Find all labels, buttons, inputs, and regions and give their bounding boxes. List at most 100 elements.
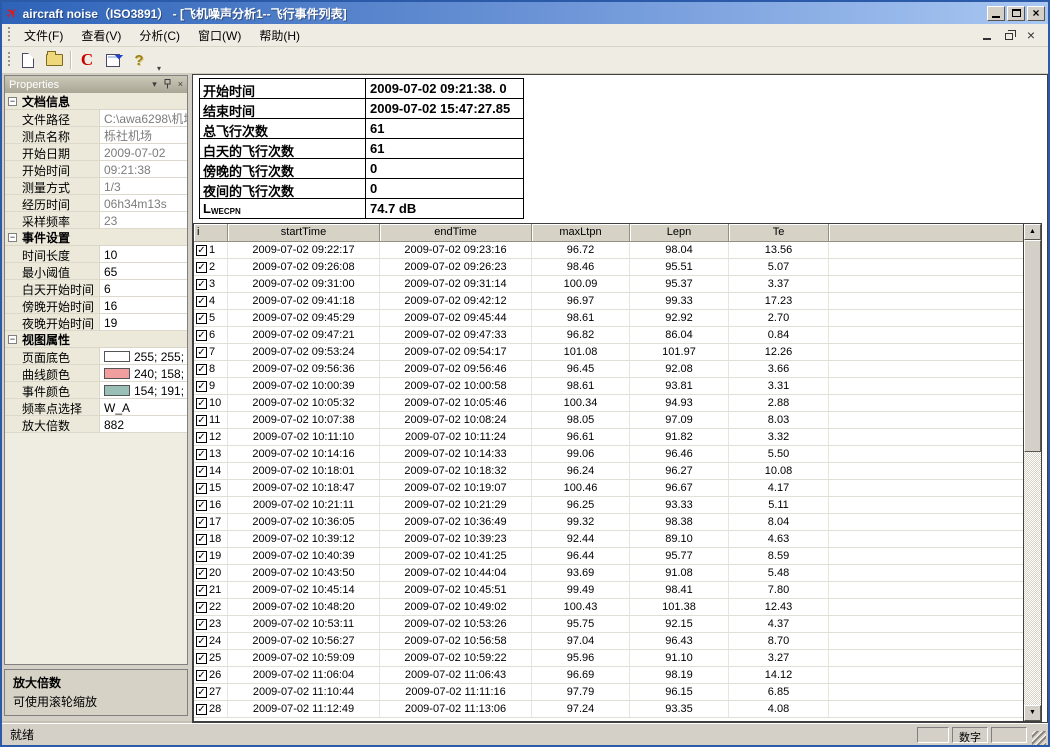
property-value[interactable]: 09:21:38 — [100, 161, 187, 177]
row-checkbox[interactable]: ✓ — [196, 347, 207, 358]
row-checkbox[interactable]: ✓ — [196, 636, 207, 647]
row-checkbox[interactable]: ✓ — [196, 670, 207, 681]
event-row[interactable]: ✓72009-07-02 09:53:242009-07-02 09:54:17… — [194, 344, 1023, 361]
open-file-button[interactable] — [42, 49, 66, 71]
scrollbar-track[interactable] — [1024, 240, 1041, 705]
properties-button[interactable] — [101, 49, 125, 71]
vertical-scrollbar[interactable]: ▲ ▼ — [1023, 224, 1041, 721]
row-checkbox[interactable]: ✓ — [196, 551, 207, 562]
event-row[interactable]: ✓52009-07-02 09:45:292009-07-02 09:45:44… — [194, 310, 1023, 327]
property-value[interactable]: 882 — [100, 416, 187, 432]
row-checkbox[interactable]: ✓ — [196, 262, 207, 273]
menu-item-4[interactable]: 帮助(H) — [250, 24, 309, 47]
row-checkbox[interactable]: ✓ — [196, 330, 207, 341]
event-row[interactable]: ✓272009-07-02 11:10:442009-07-02 11:11:1… — [194, 684, 1023, 701]
column-header-startTime[interactable]: startTime — [228, 224, 380, 242]
scroll-up-button[interactable]: ▲ — [1024, 224, 1041, 240]
property-value[interactable]: C:\awa6298\机场 — [100, 110, 187, 126]
menu-item-2[interactable]: 分析(C) — [130, 24, 189, 47]
minimize-button[interactable] — [987, 6, 1005, 21]
event-row[interactable]: ✓202009-07-02 10:43:502009-07-02 10:44:0… — [194, 565, 1023, 582]
mdi-minimize-button[interactable] — [980, 29, 994, 42]
event-row[interactable]: ✓262009-07-02 11:06:042009-07-02 11:06:4… — [194, 667, 1023, 684]
panel-close-icon[interactable]: × — [178, 80, 183, 89]
help-button[interactable]: ? — [127, 49, 151, 71]
event-row[interactable]: ✓252009-07-02 10:59:092009-07-02 10:59:2… — [194, 650, 1023, 667]
column-header-maxLtpn[interactable]: maxLtpn — [532, 224, 630, 242]
event-row[interactable]: ✓172009-07-02 10:36:052009-07-02 10:36:4… — [194, 514, 1023, 531]
resize-grip-icon[interactable] — [1032, 731, 1046, 745]
event-row[interactable]: ✓92009-07-02 10:00:392009-07-02 10:00:58… — [194, 378, 1023, 395]
event-row[interactable]: ✓22009-07-02 09:26:082009-07-02 09:26:23… — [194, 259, 1023, 276]
toolbar-grip[interactable] — [7, 52, 12, 68]
mdi-restore-button[interactable] — [1002, 29, 1016, 42]
maximize-button[interactable] — [1007, 6, 1025, 21]
event-row[interactable]: ✓212009-07-02 10:45:142009-07-02 10:45:5… — [194, 582, 1023, 599]
column-header-Lepn[interactable]: Lepn — [630, 224, 729, 242]
row-checkbox[interactable]: ✓ — [196, 517, 207, 528]
property-value[interactable]: 2009-07-02 — [100, 144, 187, 160]
event-row[interactable]: ✓132009-07-02 10:14:162009-07-02 10:14:3… — [194, 446, 1023, 463]
row-checkbox[interactable]: ✓ — [196, 653, 207, 664]
row-checkbox[interactable]: ✓ — [196, 449, 207, 460]
event-row[interactable]: ✓182009-07-02 10:39:122009-07-02 10:39:2… — [194, 531, 1023, 548]
close-button[interactable]: × — [1027, 6, 1045, 21]
property-value[interactable]: 栎社机场 — [100, 127, 187, 143]
property-section-header-2[interactable]: −视图属性 — [5, 331, 187, 348]
event-row[interactable]: ✓242009-07-02 10:56:272009-07-02 10:56:5… — [194, 633, 1023, 650]
menubar-grip[interactable] — [7, 27, 12, 43]
row-checkbox[interactable]: ✓ — [196, 704, 207, 715]
row-checkbox[interactable]: ✓ — [196, 500, 207, 511]
column-header-i[interactable]: i — [194, 224, 228, 242]
row-checkbox[interactable]: ✓ — [196, 568, 207, 579]
property-value[interactable]: 154; 191; 18 — [100, 382, 187, 398]
event-row[interactable]: ✓222009-07-02 10:48:202009-07-02 10:49:0… — [194, 599, 1023, 616]
row-checkbox[interactable]: ✓ — [196, 687, 207, 698]
row-checkbox[interactable]: ✓ — [196, 619, 207, 630]
event-row[interactable]: ✓42009-07-02 09:41:182009-07-02 09:42:12… — [194, 293, 1023, 310]
row-checkbox[interactable]: ✓ — [196, 381, 207, 392]
property-section-header-1[interactable]: −事件设置 — [5, 229, 187, 246]
row-checkbox[interactable]: ✓ — [196, 279, 207, 290]
event-row[interactable]: ✓12009-07-02 09:22:172009-07-02 09:23:16… — [194, 242, 1023, 259]
record-c-button[interactable]: C — [75, 49, 99, 71]
property-value[interactable]: 255; 255; 25 — [100, 348, 187, 364]
property-section-header-0[interactable]: −文档信息 — [5, 93, 187, 110]
row-checkbox[interactable]: ✓ — [196, 585, 207, 596]
property-value[interactable]: 23 — [100, 212, 187, 228]
property-value[interactable]: 240; 158; 15 — [100, 365, 187, 381]
scroll-down-button[interactable]: ▼ — [1024, 705, 1041, 721]
property-value[interactable]: W_A — [100, 399, 187, 415]
row-checkbox[interactable]: ✓ — [196, 364, 207, 375]
toolbar-overflow-button[interactable]: ▾ — [154, 66, 164, 73]
event-row[interactable]: ✓282009-07-02 11:12:492009-07-02 11:13:0… — [194, 701, 1023, 718]
row-checkbox[interactable]: ✓ — [196, 483, 207, 494]
row-checkbox[interactable]: ✓ — [196, 296, 207, 307]
event-row[interactable]: ✓122009-07-02 10:11:102009-07-02 10:11:2… — [194, 429, 1023, 446]
event-row[interactable]: ✓32009-07-02 09:31:002009-07-02 09:31:14… — [194, 276, 1023, 293]
row-checkbox[interactable]: ✓ — [196, 432, 207, 443]
property-value[interactable]: 19 — [100, 314, 187, 330]
row-checkbox[interactable]: ✓ — [196, 398, 207, 409]
column-header-endTime[interactable]: endTime — [380, 224, 532, 242]
event-row[interactable]: ✓192009-07-02 10:40:392009-07-02 10:41:2… — [194, 548, 1023, 565]
row-checkbox[interactable]: ✓ — [196, 245, 207, 256]
new-document-button[interactable] — [16, 49, 40, 71]
event-row[interactable]: ✓62009-07-02 09:47:212009-07-02 09:47:33… — [194, 327, 1023, 344]
event-row[interactable]: ✓232009-07-02 10:53:112009-07-02 10:53:2… — [194, 616, 1023, 633]
property-value[interactable]: 6 — [100, 280, 187, 296]
column-header-Te[interactable]: Te — [729, 224, 829, 242]
event-row[interactable]: ✓162009-07-02 10:21:112009-07-02 10:21:2… — [194, 497, 1023, 514]
event-row[interactable]: ✓82009-07-02 09:56:362009-07-02 09:56:46… — [194, 361, 1023, 378]
menu-item-1[interactable]: 查看(V) — [72, 24, 130, 47]
row-checkbox[interactable]: ✓ — [196, 466, 207, 477]
event-row[interactable]: ✓152009-07-02 10:18:472009-07-02 10:19:0… — [194, 480, 1023, 497]
property-value[interactable]: 10 — [100, 246, 187, 262]
menu-item-0[interactable]: 文件(F) — [15, 24, 72, 47]
row-checkbox[interactable]: ✓ — [196, 415, 207, 426]
row-checkbox[interactable]: ✓ — [196, 313, 207, 324]
row-checkbox[interactable]: ✓ — [196, 602, 207, 613]
panel-dropdown-icon[interactable]: ▾ — [152, 80, 157, 89]
collapse-icon[interactable]: − — [8, 233, 17, 242]
event-row[interactable]: ✓112009-07-02 10:07:382009-07-02 10:08:2… — [194, 412, 1023, 429]
